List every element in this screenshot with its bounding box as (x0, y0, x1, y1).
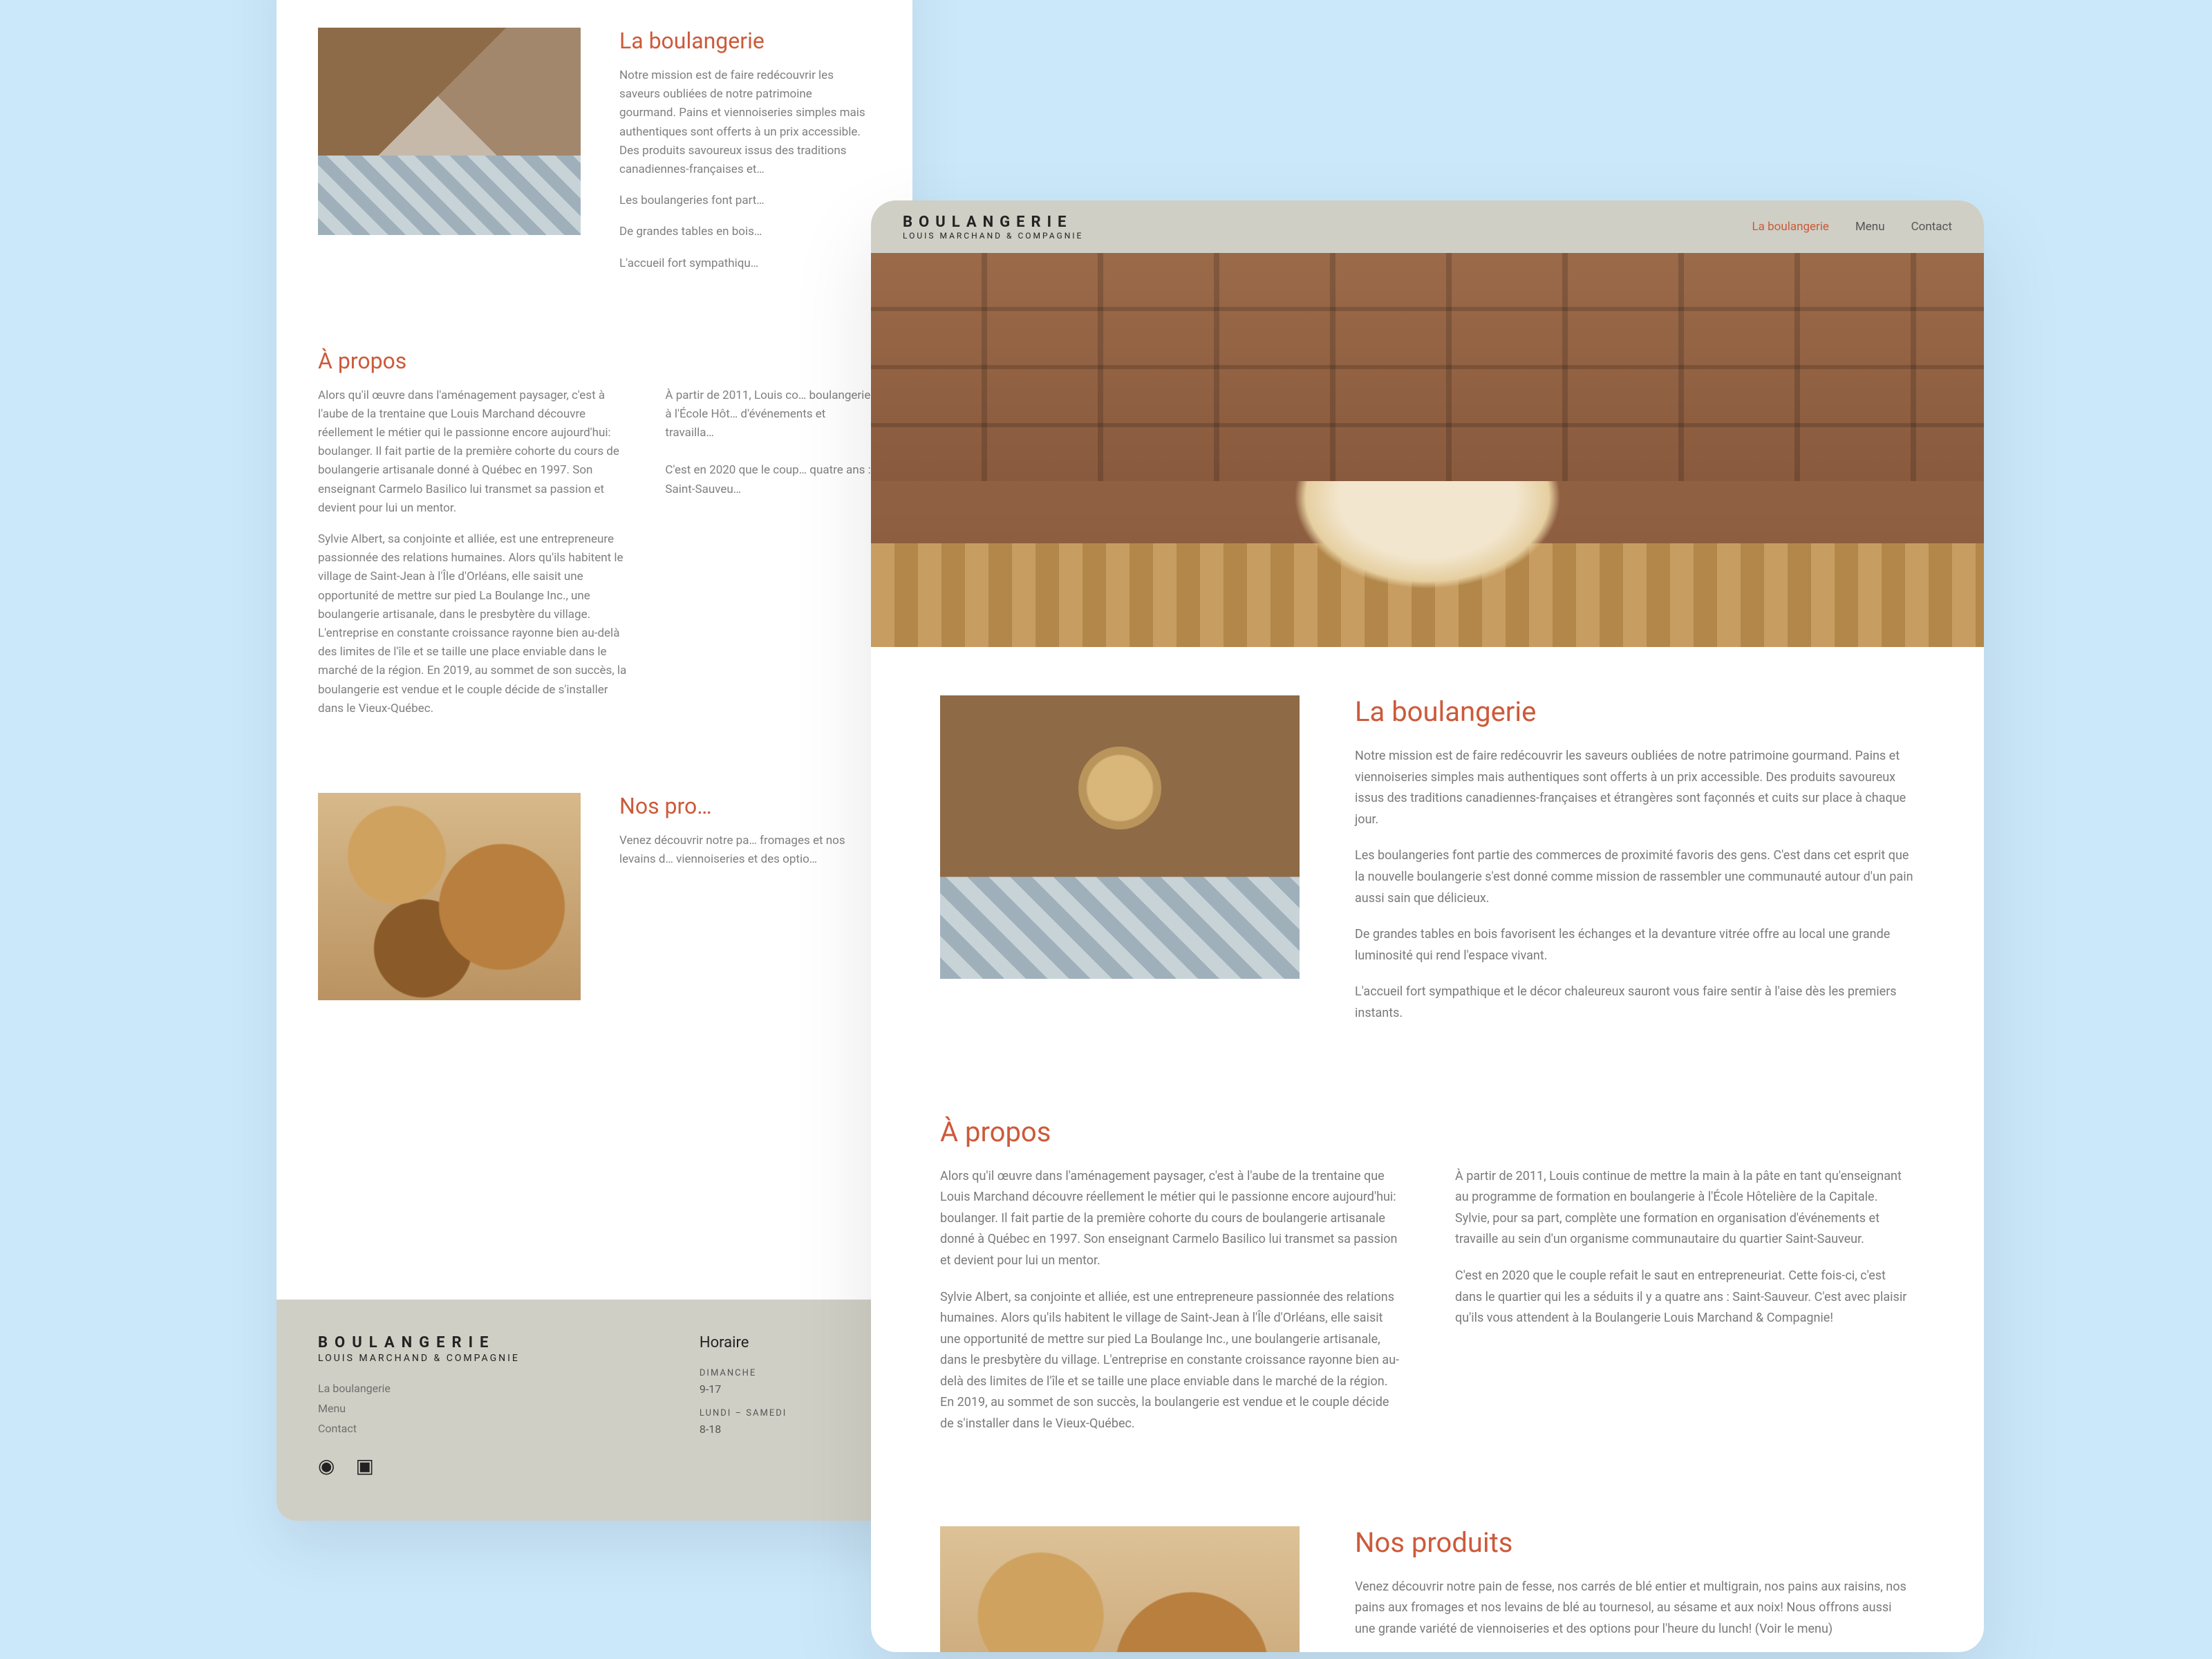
section-paragraph: Les boulangeries font part… (619, 191, 871, 210)
footer-logo-line1: BOULANGERIE (318, 1334, 520, 1351)
page-mockup-front: BOULANGERIE LOUIS MARCHAND & COMPAGNIE L… (871, 200, 1984, 1652)
about-paragraph: À partir de 2011, Louis continue de mett… (1455, 1166, 1915, 1250)
bakery-interior-photo (318, 28, 581, 235)
page-mockup-back: La boulangerie Notre mission est de fair… (276, 0, 912, 1521)
nav-link-boulangerie[interactable]: La boulangerie (1752, 220, 1828, 234)
top-nav: BOULANGERIE LOUIS MARCHAND & COMPAGNIE L… (871, 200, 1984, 253)
footer-logo-line2: LOUIS MARCHAND & COMPAGNIE (318, 1353, 520, 1364)
section-paragraph: Venez découvrir notre pain de fesse, nos… (1355, 1577, 1915, 1640)
facebook-icon[interactable]: ◉ (318, 1454, 335, 1477)
section-paragraph: L'accueil fort sympathique et le décor c… (1355, 982, 1915, 1024)
pastries-photo (940, 1526, 1300, 1652)
section-la-boulangerie: La boulangerie Notre mission est de fair… (940, 695, 1915, 1040)
bakery-interior-photo (940, 695, 1300, 979)
section-title: La boulangerie (1355, 695, 1915, 728)
section-title: Nos produits (1355, 1526, 1915, 1559)
hero-bread-photo (871, 253, 1984, 647)
section-paragraph: De grandes tables en bois favorisent les… (1355, 924, 1915, 966)
section-paragraph: Notre mission est de faire redécouvrir l… (619, 66, 871, 179)
about-paragraph: C'est en 2020 que le couple refait le sa… (1455, 1266, 1915, 1329)
about-paragraph: Sylvie Albert, sa conjointe et alliée, e… (940, 1287, 1400, 1435)
section-nos-produits: Nos produits Venez découvrir notre pain … (940, 1526, 1915, 1652)
section-title: À propos (940, 1116, 1915, 1148)
section-a-propos: À propos Alors qu'il œuvre dans l'aménag… (940, 1116, 1915, 1450)
hours-day-label: LUNDI – SAMEDI (700, 1408, 787, 1418)
logo-line1: BOULANGERIE (903, 214, 1083, 231)
footer-link-menu[interactable]: Menu (318, 1402, 520, 1415)
section-la-boulangerie: La boulangerie Notre mission est de fair… (318, 28, 871, 285)
nav-link-contact[interactable]: Contact (1911, 220, 1952, 234)
brand-logo[interactable]: BOULANGERIE LOUIS MARCHAND & COMPAGNIE (903, 214, 1083, 241)
about-paragraph: Alors qu'il œuvre dans l'aménagement pay… (318, 386, 626, 518)
section-paragraph: De grandes tables en bois… (619, 223, 871, 241)
hours-day-label: DIMANCHE (700, 1368, 787, 1378)
section-title: La boulangerie (619, 28, 871, 54)
pastries-photo (318, 793, 581, 1000)
hours-value: 9-17 (700, 1382, 787, 1396)
footer-link-boulangerie[interactable]: La boulangerie (318, 1382, 520, 1395)
instagram-icon[interactable]: ▣ (355, 1454, 373, 1477)
hours-title: Horaire (700, 1334, 787, 1351)
section-title: Nos pro… (619, 793, 871, 819)
logo-line2: LOUIS MARCHAND & COMPAGNIE (903, 231, 1083, 241)
site-footer: BOULANGERIE LOUIS MARCHAND & COMPAGNIE L… (276, 1300, 912, 1521)
section-title: À propos (318, 348, 871, 374)
footer-link-contact[interactable]: Contact (318, 1422, 520, 1435)
section-nos-produits: Nos pro… Venez découvrir notre pa… froma… (318, 793, 871, 1000)
about-paragraph: Sylvie Albert, sa conjointe et alliée, e… (318, 530, 626, 718)
section-paragraph: Venez découvrir notre pa… fromages et no… (619, 832, 871, 869)
about-paragraph: À partir de 2011, Louis co… boulangerie … (665, 386, 871, 499)
about-paragraph: Alors qu'il œuvre dans l'aménagement pay… (940, 1166, 1400, 1272)
nav-link-menu[interactable]: Menu (1855, 220, 1885, 234)
section-paragraph: Notre mission est de faire redécouvrir l… (1355, 746, 1915, 830)
section-paragraph: Les boulangeries font partie des commerc… (1355, 845, 1915, 909)
section-a-propos: À propos Alors qu'il œuvre dans l'aménag… (318, 348, 871, 731)
section-paragraph: L'accueil fort sympathiqu… (619, 254, 871, 273)
hours-value: 8-18 (700, 1423, 787, 1436)
